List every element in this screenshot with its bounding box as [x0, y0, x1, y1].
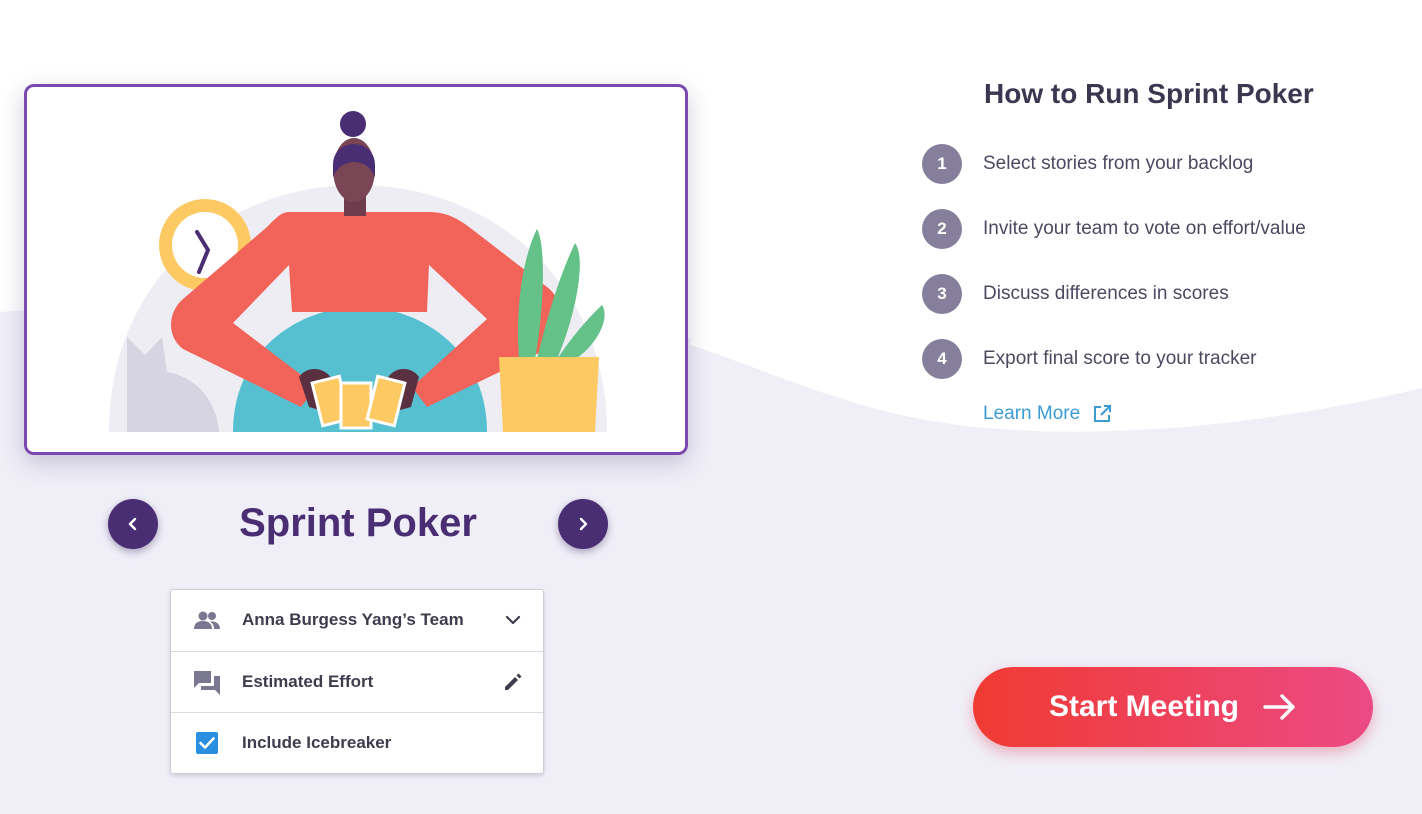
howto-step: 2 Invite your team to vote on effort/val… [922, 208, 1306, 250]
step-number-badge: 1 [922, 144, 962, 184]
howto-title: How to Run Sprint Poker [984, 78, 1314, 109]
step-text: Export final score to your tracker [983, 348, 1257, 369]
arrow-right-icon [1263, 693, 1297, 721]
step-text: Select stories from your backlog [983, 153, 1254, 174]
estimation-scale-select[interactable]: Estimated Effort [171, 651, 543, 712]
step-number-badge: 4 [922, 339, 962, 379]
team-select[interactable]: Anna Burgess Yang’s Team [171, 590, 543, 650]
icebreaker-toggle[interactable]: Include Icebreaker [171, 712, 543, 773]
start-meeting-label: Start Meeting [1048, 690, 1240, 723]
next-template-button[interactable] [558, 499, 608, 549]
estimation-scale-label: Estimated Effort [242, 672, 374, 691]
meeting-options-panel: Anna Burgess Yang’s Team Estimated Effor… [170, 589, 544, 774]
group-icon [192, 605, 222, 635]
step-text: Discuss differences in scores [983, 283, 1229, 304]
checkbox-checked-icon[interactable] [192, 728, 222, 758]
howto-step: 1 Select stories from your backlog [922, 143, 1253, 185]
chevron-left-icon [128, 517, 137, 531]
start-meeting-button[interactable]: Start Meeting [973, 667, 1373, 747]
sprint-poker-illustration [27, 111, 685, 452]
howto-step: 4 Export final score to your tracker [922, 338, 1257, 380]
step-number-badge: 2 [922, 209, 962, 249]
new-meeting-page: Sprint Poker Anna Burgess Yang’s Team Es… [0, 0, 1422, 814]
learn-more-label: Learn More [983, 403, 1081, 424]
previous-template-button[interactable] [108, 499, 158, 549]
meeting-illustration-card [24, 84, 688, 455]
team-name-label: Anna Burgess Yang’s Team [242, 610, 464, 629]
external-link-icon [1092, 404, 1112, 424]
chevron-down-icon[interactable] [501, 608, 525, 632]
forum-icon [192, 667, 222, 697]
meeting-type-title: Sprint Poker [239, 501, 477, 545]
step-text: Invite your team to vote on effort/value [983, 218, 1306, 239]
chevron-right-icon [579, 517, 588, 531]
step-number-badge: 3 [922, 274, 962, 314]
pencil-icon[interactable] [501, 670, 525, 694]
icebreaker-label: Include Icebreaker [242, 733, 392, 752]
howto-step: 3 Discuss differences in scores [922, 273, 1229, 315]
learn-more-link[interactable]: Learn More [983, 403, 1112, 425]
